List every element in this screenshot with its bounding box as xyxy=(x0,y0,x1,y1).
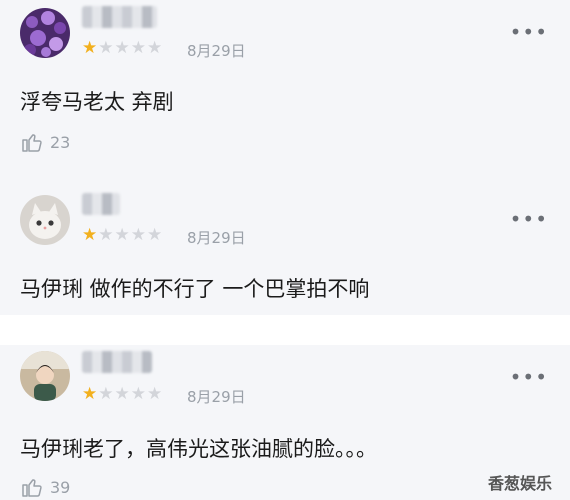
star-empty-icon: ★ xyxy=(98,38,115,58)
like-button[interactable]: 39 xyxy=(20,475,70,499)
star-filled-icon: ★ xyxy=(82,38,99,58)
star-filled-icon: ★ xyxy=(82,225,99,245)
more-options-button[interactable]: ••• xyxy=(510,20,548,44)
more-options-button[interactable]: ••• xyxy=(510,207,548,231)
star-empty-icon: ★ xyxy=(98,225,115,245)
comment-card: ★★★★★ 8月29日 ••• 浮夸马老太 弃剧 23 xyxy=(0,0,570,165)
username-blurred xyxy=(82,351,152,373)
star-empty-icon: ★ xyxy=(130,225,147,245)
star-empty-icon: ★ xyxy=(130,38,147,58)
star-empty-icon: ★ xyxy=(114,225,131,245)
divider xyxy=(0,315,570,345)
star-empty-icon: ★ xyxy=(147,38,164,58)
star-empty-icon: ★ xyxy=(98,384,115,404)
star-empty-icon: ★ xyxy=(114,38,131,58)
rating-stars: ★★★★★ xyxy=(82,40,163,57)
avatar[interactable] xyxy=(20,195,70,245)
username-blurred xyxy=(82,193,120,215)
comment-date: 8月29日 xyxy=(187,42,246,60)
comment-text: 马伊琍老了，高伟光这张油腻的脸。。。 xyxy=(20,437,377,461)
thumbs-up-icon xyxy=(22,134,42,152)
star-empty-icon: ★ xyxy=(130,384,147,404)
star-filled-icon: ★ xyxy=(82,384,99,404)
comment-date: 8月29日 xyxy=(187,229,246,247)
avatar[interactable] xyxy=(20,8,70,58)
like-button[interactable]: 23 xyxy=(20,130,70,154)
comment-text: 浮夸马老太 弃剧 xyxy=(20,90,174,114)
more-options-button[interactable]: ••• xyxy=(510,365,548,389)
avatar[interactable] xyxy=(20,351,70,401)
comment-text: 马伊琍 做作的不行了 一个巴掌拍不响 xyxy=(20,277,370,301)
comment-card: ★★★★★ 8月29日 ••• 马伊琍 做作的不行了 一个巴掌拍不响 xyxy=(0,165,570,315)
star-empty-icon: ★ xyxy=(114,384,131,404)
star-empty-icon: ★ xyxy=(147,384,164,404)
watermark: 香葱娱乐 xyxy=(487,474,552,493)
comment-date: 8月29日 xyxy=(187,388,246,406)
like-count: 23 xyxy=(50,132,71,152)
username-blurred xyxy=(82,6,157,28)
rating-stars: ★★★★★ xyxy=(82,227,163,244)
thumbs-up-icon xyxy=(22,479,42,497)
comment-card: ★★★★★ 8月29日 ••• 马伊琍老了，高伟光这张油腻的脸。。。 39 xyxy=(0,345,570,500)
like-count: 39 xyxy=(50,477,71,497)
rating-stars: ★★★★★ xyxy=(82,386,163,403)
star-empty-icon: ★ xyxy=(147,225,164,245)
